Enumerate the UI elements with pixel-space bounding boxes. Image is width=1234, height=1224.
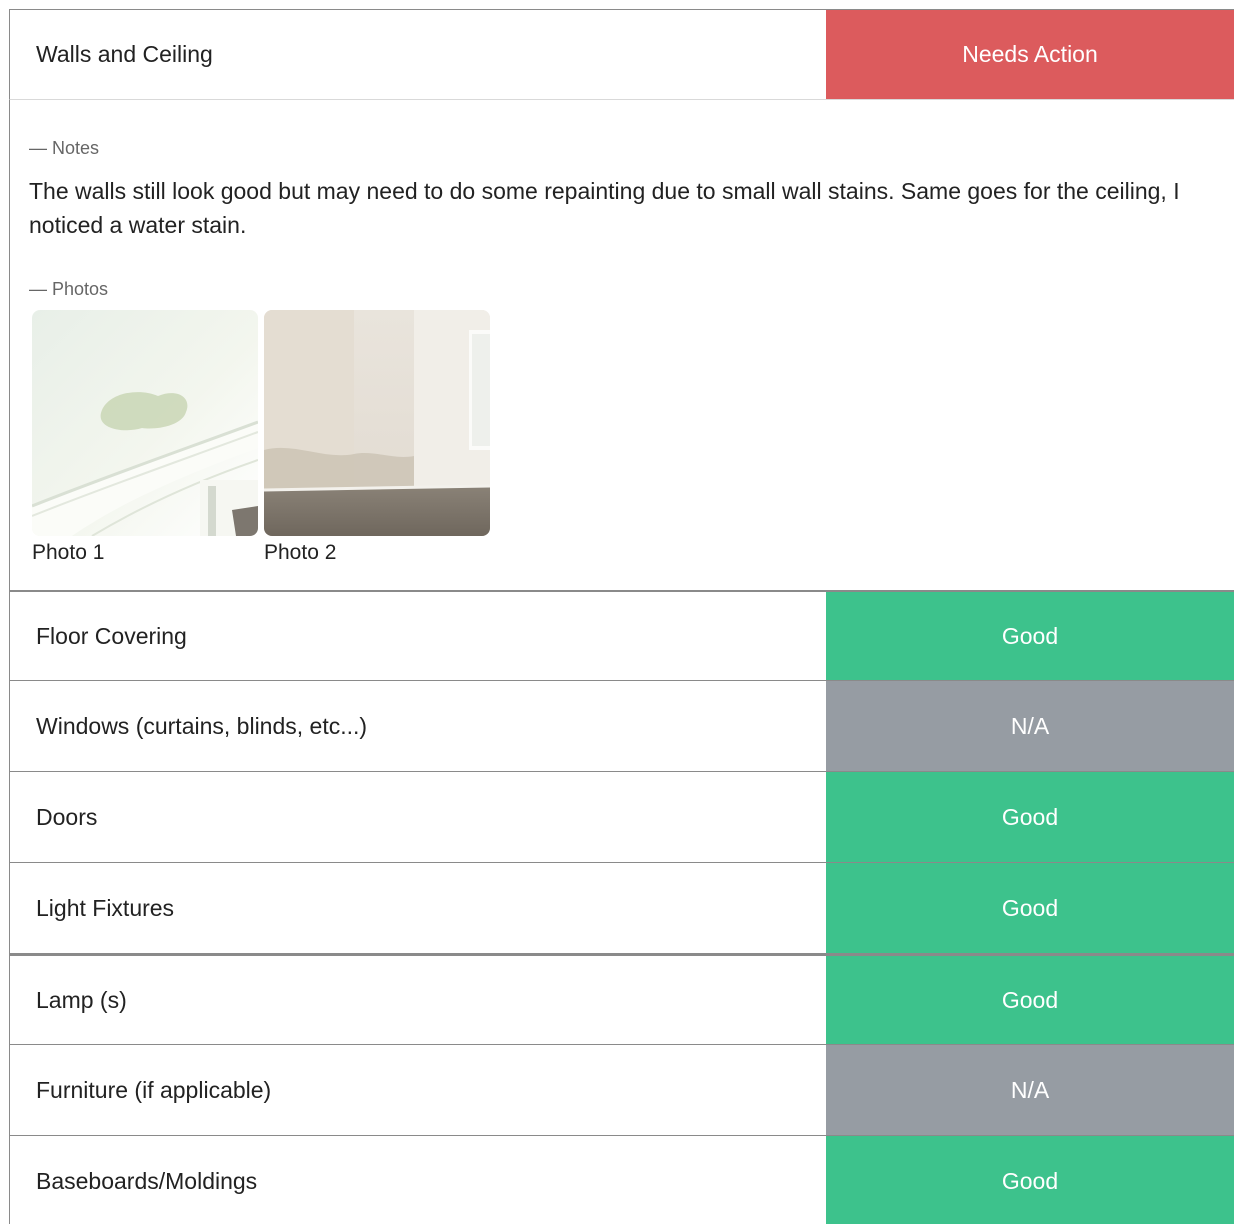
photo-item[interactable]: Photo 1 (32, 310, 258, 565)
item-label: Furniture (if applicable) (36, 1076, 272, 1103)
status-badge[interactable]: Good (826, 863, 1234, 953)
status-badge[interactable]: N/A (826, 1045, 1234, 1135)
item-label: Windows (curtains, blinds, etc...) (36, 712, 368, 739)
item-label: Lamp (s) (36, 986, 127, 1013)
notes-label: — Notes (29, 138, 100, 158)
item-row-doors[interactable]: Doors Good (9, 772, 1234, 863)
item-row-baseboards-moldings[interactable]: Baseboards/Moldings Good (9, 1136, 1234, 1224)
status-badge[interactable]: N/A (826, 681, 1234, 771)
item-label: Doors (36, 803, 98, 830)
item-label: Walls and Ceiling (36, 41, 213, 67)
item-row-light-fixtures[interactable]: Light Fixtures Good (9, 863, 1234, 954)
photo-item[interactable]: Photo 2 (264, 310, 490, 565)
photo-thumbnail-room-wall[interactable] (264, 310, 490, 536)
inspection-checklist: Walls and Ceiling Needs Action — Notes T… (9, 9, 1234, 1224)
item-row-furniture[interactable]: Furniture (if applicable) N/A (9, 1045, 1234, 1136)
status-badge[interactable]: Good (826, 1136, 1234, 1224)
photo-caption: Photo 2 (264, 541, 337, 564)
status-badge[interactable]: Needs Action (826, 10, 1234, 99)
item-row-floor-covering[interactable]: Floor Covering Good (9, 590, 1234, 681)
notes-text: The walls still look good but may need t… (29, 178, 1180, 238)
photo-caption: Photo 1 (32, 541, 105, 564)
item-detail-panel: — Notes The walls still look good but ma… (9, 100, 1234, 590)
item-row-windows[interactable]: Windows (curtains, blinds, etc...) N/A (9, 681, 1234, 772)
item-label: Light Fixtures (36, 894, 175, 921)
item-row-lamps[interactable]: Lamp (s) Good (9, 954, 1234, 1045)
photos-label: — Photos (29, 279, 109, 299)
status-badge[interactable]: Good (826, 592, 1234, 680)
item-label: Baseboards/Moldings (36, 1167, 258, 1194)
item-row-walls-and-ceiling[interactable]: Walls and Ceiling Needs Action (9, 9, 1234, 100)
status-badge[interactable]: Good (826, 772, 1234, 862)
status-badge[interactable]: Good (826, 956, 1234, 1044)
item-label: Floor Covering (36, 622, 187, 649)
photo-thumbnail-ceiling-stain[interactable] (32, 310, 258, 536)
